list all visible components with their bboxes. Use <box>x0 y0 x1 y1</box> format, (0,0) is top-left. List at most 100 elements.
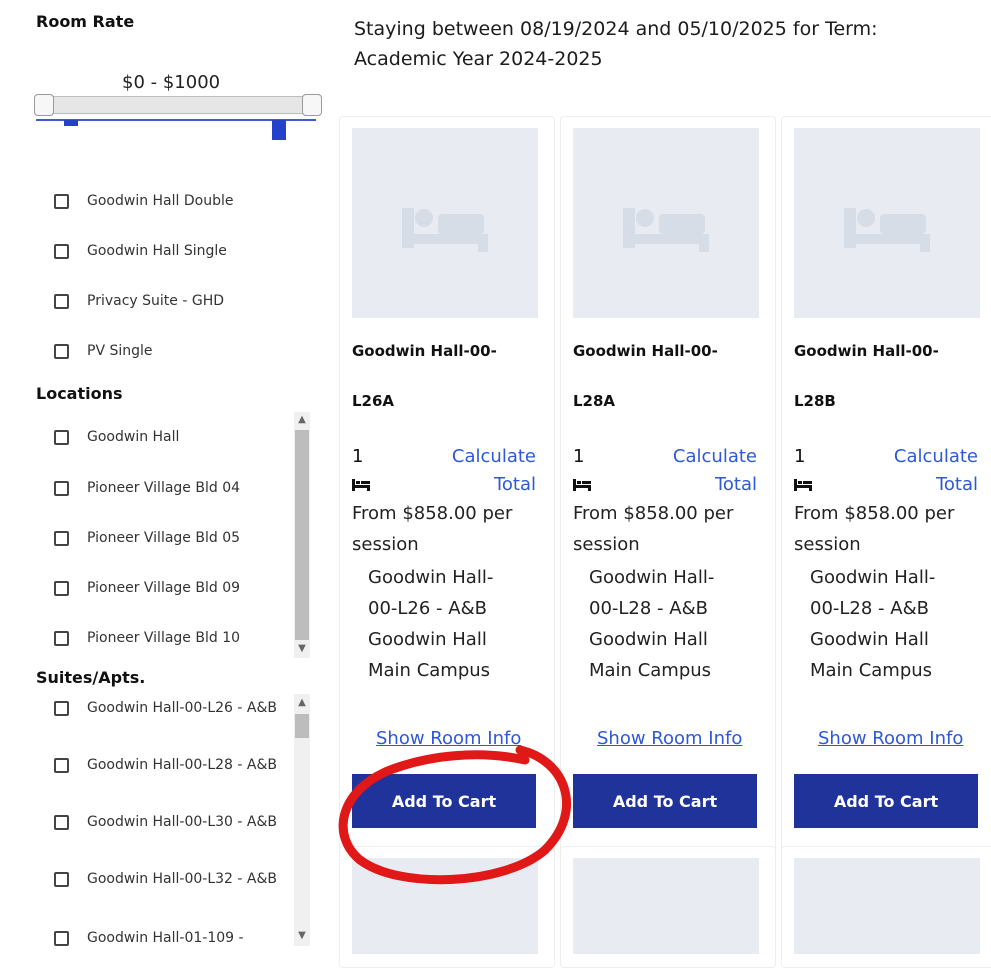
price-line2: session <box>352 534 419 555</box>
checkbox[interactable] <box>54 293 69 309</box>
location-option[interactable]: Pioneer Village Bld 04 <box>54 476 240 500</box>
suite-label: Goodwin Hall-00-L32 - A&B <box>87 871 277 887</box>
checkbox[interactable] <box>54 429 69 445</box>
room-type-label: Privacy Suite - GHD <box>87 293 224 309</box>
suite-option[interactable]: Goodwin Hall-01-109 - <box>54 928 277 948</box>
scroll-down-icon[interactable]: ▼ <box>295 643 309 654</box>
checkbox[interactable] <box>54 480 69 496</box>
suite-option[interactable]: Goodwin Hall-00-L26 - A&B <box>54 698 277 718</box>
room-name-line2: L28B <box>794 392 836 410</box>
scroll-down-icon[interactable]: ▼ <box>295 930 309 941</box>
stay-info-text: Staying between 08/19/2024 and 05/10/202… <box>354 18 878 70</box>
room-type-option[interactable]: Goodwin Hall Single <box>54 239 227 263</box>
suite-line2: 00-L28 - A&B <box>810 598 929 619</box>
bed-count: 1 <box>794 446 806 467</box>
price-range-label: $0 - $1000 <box>122 72 221 93</box>
location-option[interactable]: Goodwin Hall <box>54 425 179 449</box>
suite-line1: Goodwin Hall- <box>810 567 936 588</box>
checkbox[interactable] <box>54 243 69 259</box>
location-label: Pioneer Village Bld 04 <box>87 480 241 496</box>
calculate-label: Calculate <box>451 446 536 467</box>
price-line1: From $858.00 per <box>794 503 955 524</box>
room-image-placeholder <box>573 858 759 954</box>
bed-icon <box>402 208 488 252</box>
bed-icon <box>844 208 930 252</box>
suite-label: Goodwin Hall-00-L28 - A&B <box>87 757 277 773</box>
calculate-total-link[interactable]: Total <box>613 474 757 495</box>
calculate-label: Calculate <box>893 446 978 467</box>
location-label: Pioneer Village Bld 05 <box>87 530 241 546</box>
suite-option[interactable]: Goodwin Hall-00-L30 - A&B <box>54 812 277 832</box>
room-type-option[interactable]: Privacy Suite - GHD <box>54 289 224 313</box>
show-room-info-link[interactable]: Show Room Info <box>597 728 742 749</box>
suite-option[interactable]: Goodwin Hall-00-L28 - A&B <box>54 755 277 775</box>
checkbox[interactable] <box>54 193 69 209</box>
calculate-total-link[interactable]: Calculate <box>613 446 757 467</box>
checkbox[interactable] <box>54 343 69 359</box>
price-range-slider[interactable] <box>36 96 322 114</box>
room-name-line1: Goodwin Hall-00- <box>794 342 939 360</box>
room-image-placeholder <box>352 128 538 318</box>
room-type-label: PV Single <box>87 343 153 359</box>
slider-min-marker <box>64 120 78 126</box>
room-name-line1: Goodwin Hall-00- <box>352 342 497 360</box>
price-line2: session <box>794 534 861 555</box>
add-to-cart-button[interactable]: Add To Cart <box>794 774 978 828</box>
suite-line2: 00-L26 - A&B <box>368 598 487 619</box>
calculate-total-link[interactable]: Calculate <box>834 446 978 467</box>
checkbox[interactable] <box>54 530 69 546</box>
checkbox[interactable] <box>54 700 69 716</box>
location-label: Pioneer Village Bld 09 <box>87 580 241 596</box>
slider-max-marker <box>272 120 286 140</box>
scroll-up-icon[interactable]: ▲ <box>295 697 309 708</box>
building-name: Goodwin Hall <box>810 629 929 650</box>
checkbox[interactable] <box>54 630 69 646</box>
bed-count: 1 <box>352 446 364 467</box>
suites-heading: Suites/Apts. <box>36 668 146 687</box>
calculate-total-link[interactable]: Total <box>834 474 978 495</box>
suite-line1: Goodwin Hall- <box>589 567 715 588</box>
room-type-option[interactable]: PV Single <box>54 339 153 363</box>
campus-name: Main Campus <box>589 660 712 681</box>
building-name: Goodwin Hall <box>589 629 708 650</box>
suite-option[interactable]: Goodwin Hall-00-L32 - A&B <box>54 869 277 889</box>
location-label: Pioneer Village Bld 10 <box>87 630 241 646</box>
slider-max-handle[interactable] <box>302 94 322 116</box>
annotation-circle <box>338 745 572 885</box>
suite-line2: 00-L28 - A&B <box>589 598 708 619</box>
calculate-label: Calculate <box>672 446 757 467</box>
checkbox[interactable] <box>54 930 69 946</box>
price-line2: session <box>573 534 640 555</box>
scroll-up-icon[interactable]: ▲ <box>295 414 309 425</box>
location-option[interactable]: Pioneer Village Bld 09 <box>54 576 240 600</box>
room-type-label: Goodwin Hall Single <box>87 243 227 259</box>
checkbox[interactable] <box>54 814 69 830</box>
price-line1: From $858.00 per <box>352 503 513 524</box>
slider-min-handle[interactable] <box>34 94 54 116</box>
add-to-cart-button[interactable]: Add To Cart <box>573 774 757 828</box>
show-room-info-link[interactable]: Show Room Info <box>818 728 963 749</box>
building-name: Goodwin Hall <box>368 629 487 650</box>
price-line1: From $858.00 per <box>573 503 734 524</box>
checkbox[interactable] <box>54 871 69 887</box>
checkbox[interactable] <box>54 580 69 596</box>
room-name-line1: Goodwin Hall-00- <box>573 342 718 360</box>
suite-label: Goodwin Hall-01-109 - <box>87 930 244 946</box>
room-image-placeholder <box>794 128 980 318</box>
suite-label: Goodwin Hall-00-L30 - A&B <box>87 814 277 830</box>
calculate-total-link[interactable]: Total <box>392 474 536 495</box>
location-option[interactable]: Pioneer Village Bld 05 <box>54 526 240 550</box>
locations-heading: Locations <box>36 384 123 403</box>
room-type-option[interactable]: Goodwin Hall Double <box>54 189 233 213</box>
bed-count: 1 <box>573 446 585 467</box>
location-option[interactable]: Pioneer Village Bld 10 <box>54 626 240 650</box>
bed-icon <box>794 479 812 491</box>
suite-line1: Goodwin Hall- <box>368 567 494 588</box>
campus-name: Main Campus <box>810 660 933 681</box>
checkbox[interactable] <box>54 757 69 773</box>
location-label: Goodwin Hall <box>87 429 180 445</box>
suite-label: Goodwin Hall-00-L26 - A&B <box>87 700 277 716</box>
calculate-total-link[interactable]: Calculate <box>392 446 536 467</box>
suites-scroll-thumb[interactable] <box>295 714 309 738</box>
locations-scroll-thumb[interactable] <box>295 430 309 640</box>
